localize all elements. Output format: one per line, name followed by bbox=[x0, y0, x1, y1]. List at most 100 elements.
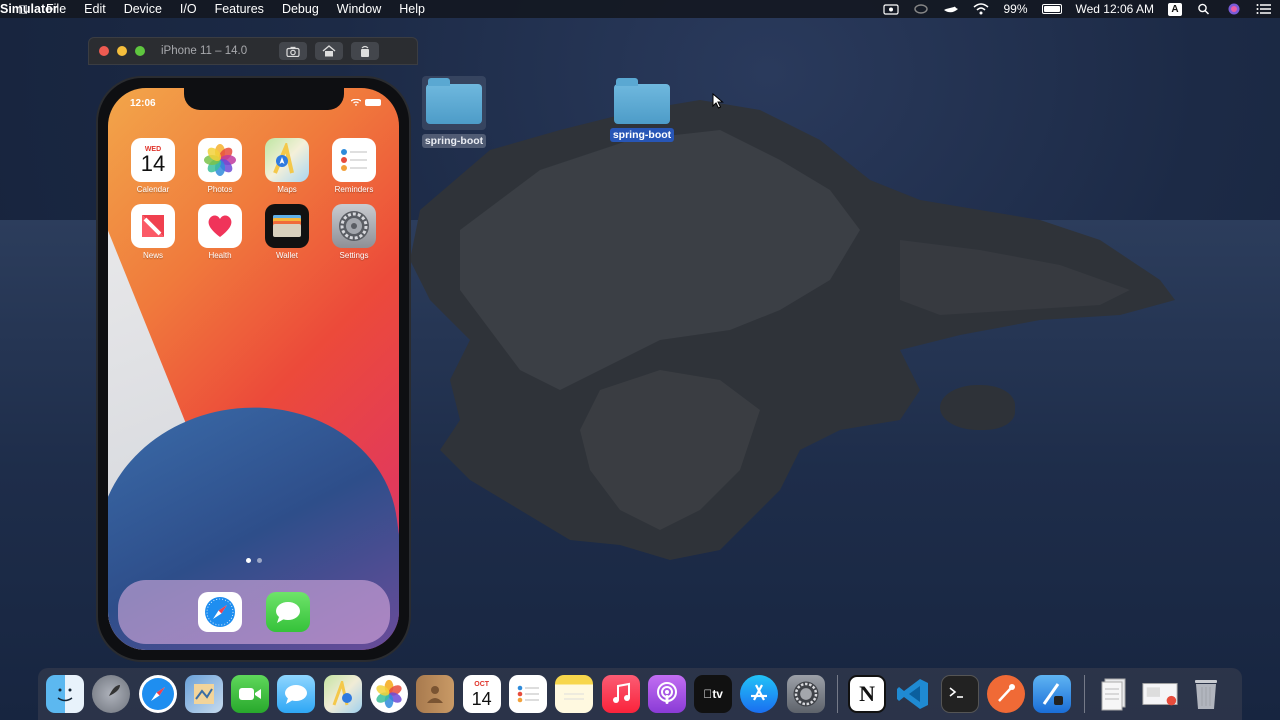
health-icon bbox=[198, 204, 242, 248]
phone-time: 12:06 bbox=[130, 98, 156, 109]
phone-status-icons bbox=[351, 99, 381, 106]
desktop-folder-label: spring-boot bbox=[609, 128, 675, 142]
notion-icon: N bbox=[859, 681, 875, 706]
close-window-button[interactable] bbox=[99, 46, 109, 56]
messages-icon bbox=[276, 602, 300, 623]
menu-io[interactable]: I/O bbox=[180, 2, 197, 16]
menu-app-simulator[interactable]: Simulator bbox=[0, 2, 58, 16]
page-indicator[interactable] bbox=[246, 558, 262, 563]
vscode-icon bbox=[897, 679, 929, 709]
apple-tv-icon: tv bbox=[703, 687, 723, 701]
dock-calendar-date: 14 bbox=[471, 688, 492, 709]
dock-music[interactable] bbox=[601, 675, 640, 713]
desktop-folder-spring-boot-1[interactable]: spring-boot bbox=[420, 76, 488, 149]
siri-icon[interactable] bbox=[1226, 3, 1242, 15]
menu-features[interactable]: Features bbox=[215, 2, 264, 16]
menu-edit[interactable]: Edit bbox=[84, 2, 106, 16]
battery-icon[interactable] bbox=[1041, 4, 1062, 14]
dock-reminders[interactable] bbox=[508, 675, 547, 713]
notification-center-icon[interactable] bbox=[1256, 3, 1272, 15]
folder-icon bbox=[614, 78, 670, 124]
iphone-screen[interactable]: 12:06 WED 14 Calendar Photos Maps Remind… bbox=[108, 88, 399, 650]
dock-documents-stack[interactable] bbox=[1095, 675, 1133, 713]
contacts-icon bbox=[427, 686, 444, 703]
spotlight-search-icon[interactable] bbox=[1196, 3, 1212, 15]
dock-notion[interactable]: N bbox=[848, 675, 887, 713]
documents-stack-icon bbox=[1101, 678, 1126, 711]
dock-maps[interactable] bbox=[323, 675, 362, 713]
iphone-device: 12:06 WED 14 Calendar Photos Maps Remind… bbox=[96, 76, 411, 662]
dock-notes[interactable] bbox=[555, 675, 594, 713]
folder-icon bbox=[426, 78, 482, 124]
safari-icon bbox=[141, 678, 174, 710]
menubar-clock[interactable]: Wed 12:06 AM bbox=[1076, 2, 1155, 16]
news-icon bbox=[131, 204, 175, 248]
dock-xcode[interactable] bbox=[1033, 675, 1072, 713]
dock-system-preferences[interactable] bbox=[786, 675, 825, 713]
downloads-stack-icon bbox=[1142, 683, 1178, 706]
dock-finder[interactable] bbox=[46, 675, 84, 713]
app-wallet[interactable]: Wallet bbox=[264, 204, 310, 260]
creative-cloud-icon[interactable] bbox=[913, 3, 929, 15]
maps-icon bbox=[332, 681, 352, 706]
trash-icon bbox=[1195, 680, 1218, 709]
app-label: Health bbox=[208, 251, 232, 260]
dock-app-messages[interactable] bbox=[266, 592, 310, 632]
photos-icon bbox=[198, 138, 242, 182]
photos-icon bbox=[376, 679, 402, 709]
safari-icon bbox=[205, 597, 235, 627]
phone-notch bbox=[184, 88, 344, 110]
dock-safari[interactable] bbox=[138, 675, 177, 713]
app-news[interactable]: News bbox=[130, 204, 176, 260]
dock-contacts[interactable] bbox=[416, 675, 455, 713]
wallpaper-island bbox=[410, 100, 1175, 560]
app-photos[interactable]: Photos bbox=[197, 138, 243, 194]
reminders-icon bbox=[517, 685, 539, 703]
app-calendar[interactable]: WED 14 Calendar bbox=[130, 138, 176, 194]
dock-postman[interactable] bbox=[986, 675, 1025, 713]
app-label: Reminders bbox=[334, 185, 374, 194]
simulator-title: iPhone 11 – 14.0 bbox=[161, 45, 248, 57]
dock-app-store[interactable] bbox=[740, 675, 779, 713]
dock-app-safari[interactable] bbox=[198, 592, 242, 632]
dock-trash[interactable] bbox=[1187, 675, 1225, 713]
wallet-icon bbox=[265, 204, 309, 248]
minimize-window-button[interactable] bbox=[117, 46, 127, 56]
dock-photos[interactable] bbox=[370, 675, 409, 713]
menu-debug[interactable]: Debug bbox=[282, 2, 319, 16]
terminal-icon bbox=[949, 687, 963, 698]
wifi-icon[interactable] bbox=[973, 3, 989, 15]
dock-podcasts[interactable] bbox=[647, 675, 686, 713]
page-dot bbox=[257, 558, 262, 563]
dock-facetime[interactable] bbox=[231, 675, 270, 713]
app-store-icon bbox=[751, 684, 768, 701]
dock-calendar[interactable]: OCT 14 bbox=[462, 675, 501, 713]
launchpad-rocket-icon bbox=[104, 685, 121, 701]
screenshot-button[interactable] bbox=[279, 42, 307, 60]
app-settings[interactable]: Settings bbox=[331, 204, 377, 260]
dock-preview[interactable] bbox=[184, 675, 223, 713]
input-source-icon[interactable]: A bbox=[1168, 2, 1182, 16]
app-health[interactable]: Health bbox=[197, 204, 243, 260]
facetime-icon bbox=[239, 688, 262, 700]
docker-icon[interactable] bbox=[943, 3, 959, 15]
settings-icon bbox=[332, 204, 376, 248]
dock-launchpad[interactable] bbox=[92, 675, 131, 713]
app-reminders[interactable]: Reminders bbox=[331, 138, 377, 194]
menu-device[interactable]: Device bbox=[124, 2, 162, 16]
dock-downloads-stack[interactable] bbox=[1141, 675, 1179, 713]
screen-record-icon[interactable] bbox=[883, 3, 900, 15]
desktop-folder-spring-boot-2[interactable]: spring-boot bbox=[606, 78, 678, 143]
dock-vscode[interactable] bbox=[894, 675, 932, 713]
dock-messages[interactable] bbox=[277, 675, 316, 713]
simulator-titlebar[interactable]: iPhone 11 – 14.0 bbox=[88, 37, 418, 65]
camera-icon bbox=[286, 46, 300, 57]
app-maps[interactable]: Maps bbox=[264, 138, 310, 194]
home-button[interactable] bbox=[315, 42, 343, 60]
dock-terminal[interactable] bbox=[940, 675, 979, 713]
rotate-button[interactable] bbox=[351, 42, 379, 60]
dock-tv[interactable]: tv bbox=[694, 675, 733, 713]
menu-window[interactable]: Window bbox=[337, 2, 381, 16]
menu-help[interactable]: Help bbox=[399, 2, 425, 16]
zoom-window-button[interactable] bbox=[135, 46, 145, 56]
